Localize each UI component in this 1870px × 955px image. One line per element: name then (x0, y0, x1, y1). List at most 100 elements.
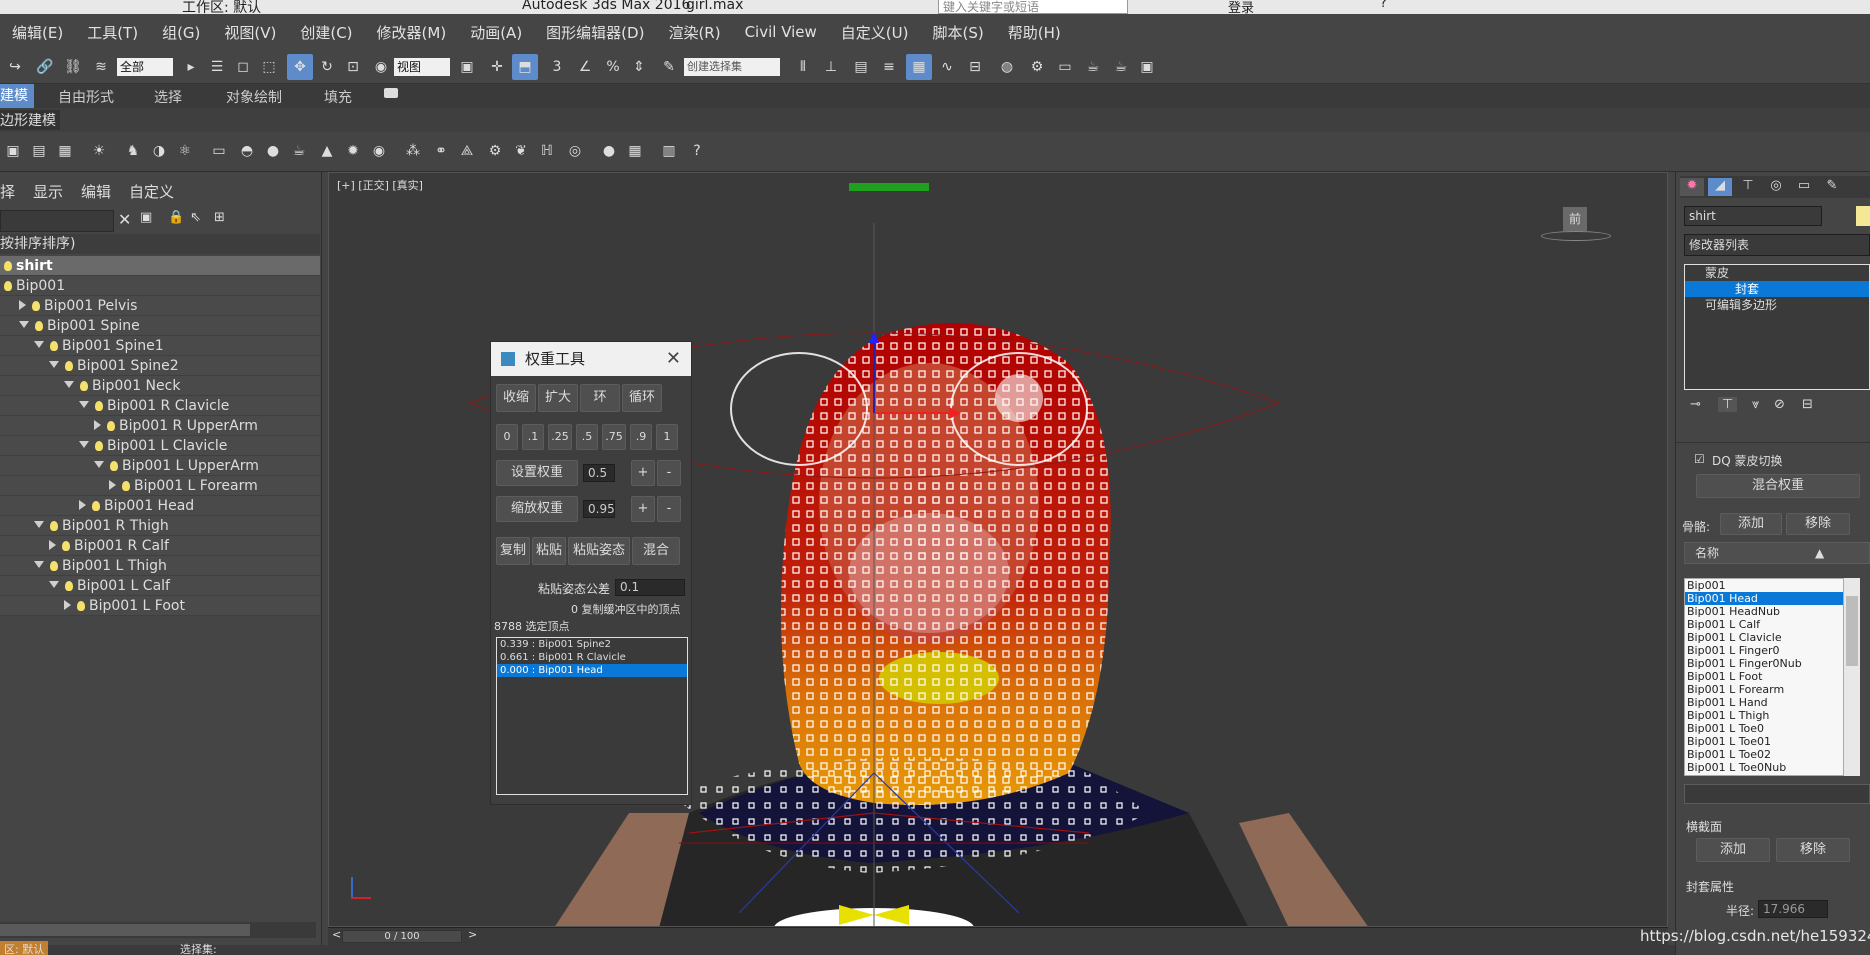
particle-icon[interactable]: ◑ (146, 138, 172, 164)
ribbon-tab-selection[interactable]: 选择 (154, 87, 182, 107)
search-input[interactable]: 键入关键字或短语 (938, 0, 1128, 14)
light-bulb-icon[interactable] (32, 301, 40, 311)
lock-icon[interactable]: 🔒 (168, 210, 184, 225)
light-bulb-icon[interactable] (107, 421, 115, 431)
shrink-button[interactable]: 收缩 (496, 384, 536, 412)
scene-tree-row[interactable]: Bip001 L Thigh (0, 556, 320, 576)
expand-chevron-icon[interactable] (49, 581, 59, 588)
expand-chevron-icon[interactable] (64, 381, 74, 388)
weight-plus-button[interactable]: + (631, 460, 655, 486)
light-bulb-icon[interactable] (65, 361, 73, 371)
menu-item-10[interactable]: 自定义(U) (829, 22, 921, 43)
scale-icon[interactable]: ⊡ (340, 54, 366, 80)
weight-minus-button[interactable]: - (657, 460, 681, 486)
move-icon[interactable]: ✥ (287, 54, 313, 80)
cone-icon[interactable]: ▲ (314, 138, 340, 164)
structure-icon[interactable]: ⟁ (454, 138, 480, 164)
menu-item-4[interactable]: 创建(C) (288, 22, 364, 43)
weight-preset-button[interactable]: 0 (496, 424, 518, 450)
scale-minus-button[interactable]: - (657, 496, 681, 522)
scale-weight-button[interactable]: 缩放权重 (496, 496, 578, 522)
layer-dropdown[interactable]: 区: 默认 (0, 941, 49, 955)
menu-item-8[interactable]: 渲染(R) (656, 22, 732, 43)
scene-tree-row[interactable]: Bip001 (0, 276, 320, 296)
unlink-icon[interactable]: ⛓ (60, 54, 86, 80)
light-bulb-icon[interactable] (110, 461, 118, 471)
tab-display[interactable]: 显示 (33, 181, 63, 202)
ribbon-panel-polygon-modeling[interactable]: 边形建模 (0, 110, 60, 130)
name-sort-header[interactable]: 名称 ▲ (1684, 542, 1870, 564)
light-bulb-icon[interactable] (35, 321, 43, 331)
grow-button[interactable]: 扩大 (538, 384, 578, 412)
collapse-chevron-icon[interactable] (49, 540, 56, 550)
scrollbar-thumb[interactable] (0, 924, 250, 936)
weight-list-item[interactable]: 0.339 : Bip001 Spine2 (497, 638, 687, 651)
light-bulb-icon[interactable] (50, 561, 58, 571)
collapse-chevron-icon[interactable] (19, 300, 26, 310)
bone-list-item[interactable]: Bip001 L Finger0 (1685, 644, 1843, 657)
molecule-icon[interactable]: ⚭ (428, 138, 454, 164)
expand-chevron-icon[interactable] (79, 441, 89, 448)
select-object-icon[interactable]: ▸ (178, 54, 204, 80)
a360-render-icon[interactable]: ▣ (1134, 54, 1160, 80)
hair-fx-icon[interactable]: ℍ (534, 138, 560, 164)
help-icon[interactable]: ? (1380, 0, 1387, 11)
light-bulb-icon[interactable] (62, 541, 70, 551)
scene-tree-row[interactable]: Bip001 R Clavicle (0, 396, 320, 416)
cross-section-remove-button[interactable]: 移除 (1776, 838, 1850, 862)
graphite-toggle-icon[interactable]: ▦ (906, 54, 932, 80)
blend-weights-button[interactable]: 混合权重 (1696, 474, 1860, 498)
bone-list-item[interactable]: Bip001 L Toe02 (1685, 748, 1843, 761)
paste-pos-button[interactable]: 粘贴姿态 (568, 537, 630, 565)
time-next-icon[interactable]: > (468, 928, 477, 941)
select-manipulate-icon[interactable]: ✛ (484, 54, 510, 80)
scene-tree-row[interactable]: Bip001 L Forearm (0, 476, 320, 496)
snaps-toggle-icon[interactable]: 3 (544, 54, 570, 80)
menu-item-12[interactable]: 帮助(H) (996, 22, 1073, 43)
add-bone-button[interactable]: 添加 (1720, 513, 1782, 535)
menu-item-9[interactable]: Civil View (733, 23, 829, 41)
render-icon[interactable]: ☕ (1080, 54, 1106, 80)
reference-coordinate-dropdown[interactable]: 视图 (394, 58, 450, 76)
scene-tree-row[interactable]: Bip001 L Foot (0, 596, 320, 616)
loop-button[interactable]: 循环 (622, 384, 662, 412)
scene-tree-row[interactable]: Bip001 Pelvis (0, 296, 320, 316)
shade-icon[interactable]: ● (596, 138, 622, 164)
light-bulb-icon[interactable] (50, 521, 58, 531)
light-bulb-icon[interactable] (95, 441, 103, 451)
schematic-view-icon[interactable]: ⊟ (962, 54, 988, 80)
light-bulb-icon[interactable]: ☀ (86, 138, 112, 164)
material-editor-icon[interactable]: ◍ (994, 54, 1020, 80)
light-bulb-icon[interactable] (80, 381, 88, 391)
layer-explorer-icon[interactable]: ≡ (876, 54, 902, 80)
tab-edit[interactable]: 编辑 (81, 181, 111, 202)
display-tab-icon[interactable]: ▭ (1792, 178, 1816, 196)
menu-item-11[interactable]: 脚本(S) (920, 22, 995, 43)
layers-icon[interactable]: ▦ (52, 138, 78, 164)
remove-bone-button[interactable]: 移除 (1786, 513, 1850, 535)
weight-preset-button[interactable]: .75 (602, 424, 626, 450)
collapse-chevron-icon[interactable] (79, 500, 86, 510)
teapot-icon[interactable]: ☕ (286, 138, 312, 164)
weight-preset-button[interactable]: .9 (630, 424, 652, 450)
ribbon-options-icon[interactable] (384, 88, 398, 98)
time-slider-thumb[interactable]: 0 / 100 (342, 930, 462, 943)
modifier-list-dropdown[interactable]: 修改器列表 (1684, 234, 1870, 256)
place-icon[interactable]: ◉ (368, 54, 394, 80)
box-icon[interactable]: ▭ (206, 138, 232, 164)
keyboard-shortcut-icon[interactable]: ⬒ (512, 54, 538, 80)
scene-tree-row[interactable]: Bip001 Head (0, 496, 320, 516)
modify-tab-icon[interactable]: ◢ (1708, 178, 1732, 196)
bone-list-item[interactable]: Bip001 L Calf (1685, 618, 1843, 631)
scene-tree-row[interactable]: Bip001 Spine1 (0, 336, 320, 356)
scene-tree-row[interactable]: Bip001 L Clavicle (0, 436, 320, 456)
scene-tree-row[interactable]: Bip001 L Calf (0, 576, 320, 596)
paste-tolerance-field[interactable]: 0.1 (615, 579, 685, 596)
menu-item-2[interactable]: 组(G) (150, 22, 212, 43)
dynamics-icon[interactable]: ⚛ (172, 138, 198, 164)
bone-list-item[interactable]: Bip001 L Toe0 (1685, 722, 1843, 735)
object-name-field[interactable]: shirt (1684, 206, 1822, 226)
percent-snap-icon[interactable]: % (600, 54, 626, 80)
named-selection-dropdown[interactable]: 创建选择集 (684, 58, 780, 76)
bone-list-item[interactable]: Bip001 L Toe01 (1685, 735, 1843, 748)
